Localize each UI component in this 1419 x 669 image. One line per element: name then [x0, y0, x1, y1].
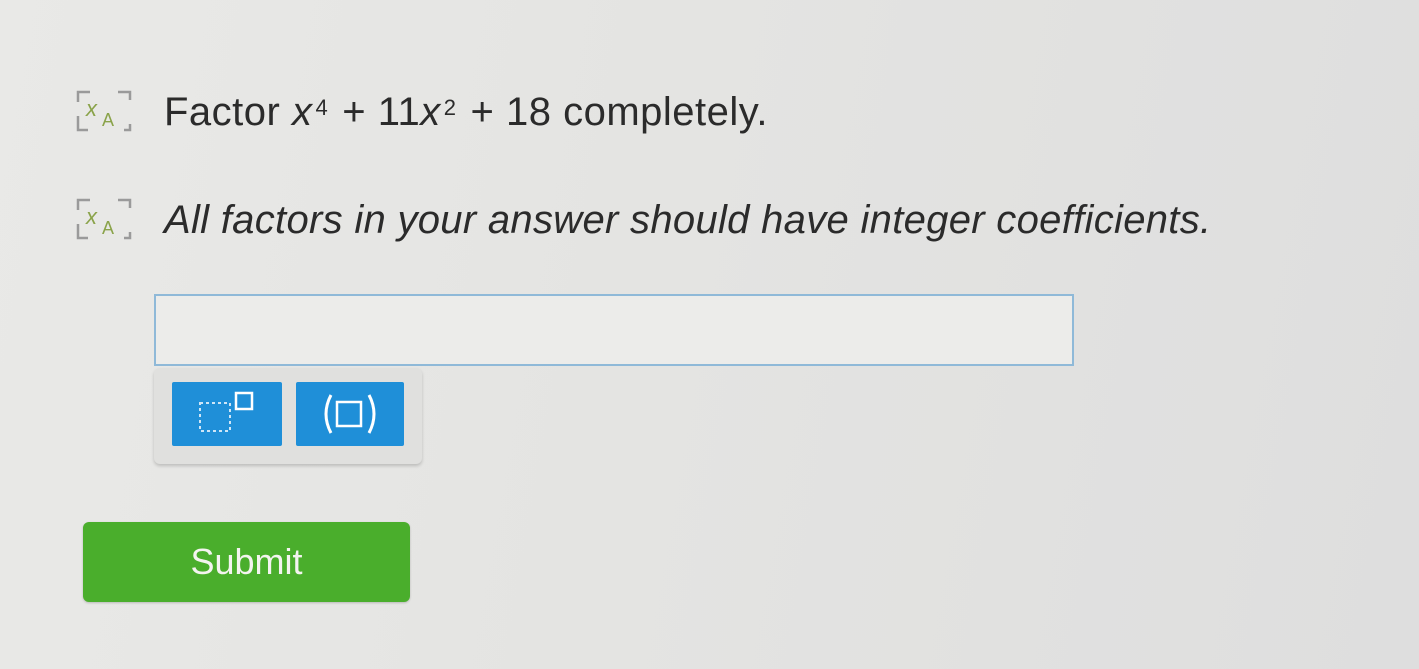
- translate-icon[interactable]: x A: [74, 194, 134, 246]
- question-suffix: completely.: [563, 89, 768, 134]
- math-toolbar: [154, 368, 422, 464]
- translate-icon[interactable]: x A: [74, 86, 134, 138]
- question-plus-2: +: [470, 89, 495, 134]
- superscript-icon: [199, 391, 254, 432]
- question-row: x A Factor x 4 + 11x 2 + 18 completely.: [74, 86, 768, 138]
- question-constant: 18: [505, 89, 552, 134]
- question-plus-1: +: [342, 89, 367, 134]
- question-text: Factor x 4 + 11x 2 + 18 completely.: [164, 90, 768, 135]
- page: x A Factor x 4 + 11x 2 + 18 completely. x A …: [0, 0, 1419, 669]
- svg-text:x: x: [85, 96, 98, 121]
- question-var-2: x: [420, 89, 441, 134]
- svg-text:x: x: [85, 204, 98, 229]
- parentheses-icon: [324, 394, 376, 434]
- question-exponent-1: 4: [315, 94, 329, 120]
- question-exponent-2: 2: [443, 94, 457, 120]
- superscript-button[interactable]: [172, 382, 282, 446]
- question-coefficient: 11: [377, 89, 421, 134]
- parentheses-button[interactable]: [296, 382, 404, 446]
- submit-button[interactable]: Submit: [83, 522, 410, 602]
- instruction-text: All factors in your answer should have i…: [164, 197, 1212, 242]
- translate-icon-graphic: x A: [76, 198, 132, 240]
- question-var-1: x: [291, 89, 313, 134]
- svg-text:A: A: [102, 110, 114, 130]
- question-prefix: Factor: [164, 89, 281, 134]
- answer-input[interactable]: [154, 294, 1074, 366]
- instruction-row: x A All factors in your answer should ha…: [74, 194, 1211, 246]
- svg-text:A: A: [102, 218, 114, 238]
- translate-icon-graphic: x A: [76, 90, 132, 132]
